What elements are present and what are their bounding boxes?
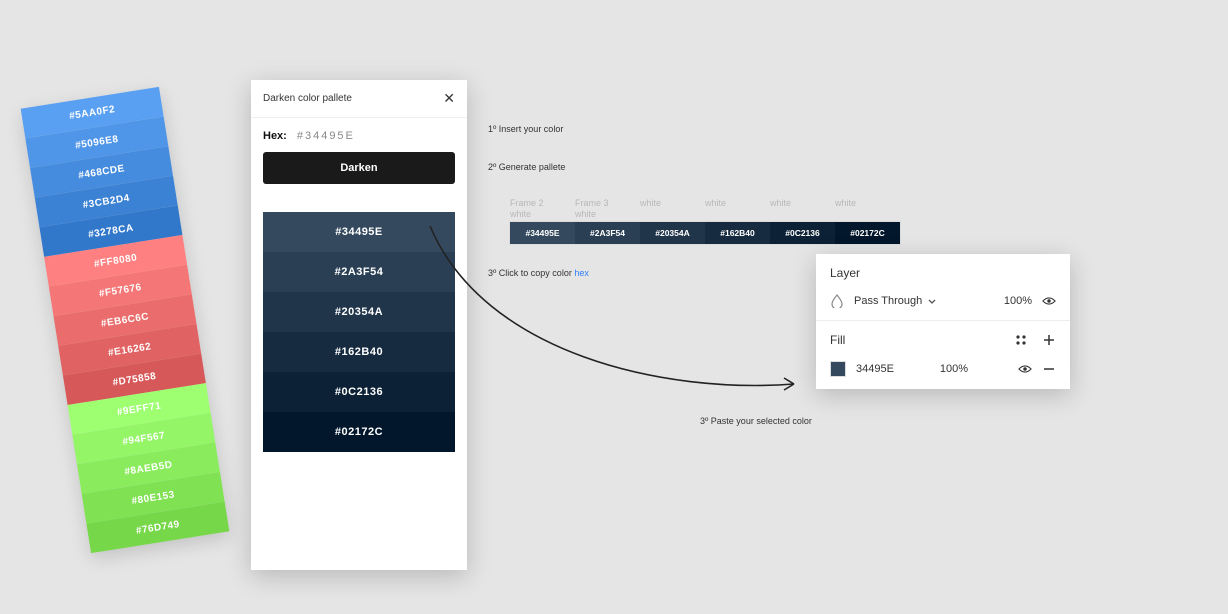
frame-labels: Frame 2whiteFrame 3whitewhitewhitewhitew… <box>510 198 888 220</box>
step-3c-caption: 3º Paste your selected color <box>700 416 812 426</box>
result-row[interactable]: #162B40 <box>263 332 455 372</box>
step-3a-text: 3º Click to copy color <box>488 268 574 278</box>
hex-row: Hex: <box>251 118 467 152</box>
frame-label: Frame 3white <box>575 198 628 220</box>
blend-droplet-icon[interactable] <box>830 294 844 308</box>
remove-fill-icon[interactable] <box>1042 362 1056 376</box>
frame-label: white <box>705 198 758 220</box>
step-3a-caption: 3º Click to copy color hex <box>488 268 589 278</box>
hex-label: Hex: <box>263 130 287 142</box>
frame-label: white <box>770 198 823 220</box>
strip-cell[interactable]: #2A3F54 <box>575 222 640 244</box>
fill-visibility-icon[interactable] <box>1018 362 1032 376</box>
darken-button[interactable]: Darken <box>263 152 455 184</box>
fill-hex-value[interactable]: 34495E <box>856 363 916 375</box>
layer-panel: Layer Pass Through 100% Fill <box>816 254 1070 389</box>
result-row[interactable]: #0C2136 <box>263 372 455 412</box>
panel-header: Darken color pallete ✕ <box>251 80 467 118</box>
layer-section: Layer Pass Through 100% <box>816 254 1070 321</box>
chevron-down-icon <box>928 299 936 304</box>
layer-section-title: Layer <box>830 266 1056 280</box>
result-row[interactable]: #02172C <box>263 412 455 452</box>
blend-mode-label: Pass Through <box>854 295 922 307</box>
hex-input[interactable] <box>297 130 455 142</box>
fill-section: Fill 34495E 100% <box>816 321 1070 389</box>
side-palette: #5AA0F2#5096E8#468CDE#3CB2D4#3278CA#FF80… <box>21 87 230 553</box>
hex-link[interactable]: hex <box>574 268 589 278</box>
strip-cell[interactable]: #0C2136 <box>770 222 835 244</box>
step-2-caption: 2º Generate pallete <box>488 162 565 172</box>
strip-cell[interactable]: #162B40 <box>705 222 770 244</box>
fill-swatch[interactable] <box>830 361 846 377</box>
fill-header: Fill <box>830 333 1056 347</box>
frame-label: Frame 2white <box>510 198 563 220</box>
layer-visibility-icon[interactable] <box>1042 294 1056 308</box>
strip-cell[interactable]: #34495E <box>510 222 575 244</box>
frame-label: white <box>835 198 888 220</box>
panel-title: Darken color pallete <box>263 93 352 104</box>
add-fill-icon[interactable] <box>1042 333 1056 347</box>
result-row[interactable]: #20354A <box>263 292 455 332</box>
blend-mode-select[interactable]: Pass Through <box>854 295 980 307</box>
strip-cell[interactable]: #02172C <box>835 222 900 244</box>
palette-strip: #34495E#2A3F54#20354A#162B40#0C2136#0217… <box>510 222 900 244</box>
close-icon[interactable]: ✕ <box>443 90 455 107</box>
arrow-annotation <box>424 224 806 402</box>
result-list: #34495E#2A3F54#20354A#162B40#0C2136#0217… <box>263 212 455 452</box>
layer-row: Pass Through 100% <box>830 294 1056 308</box>
fill-title: Fill <box>830 333 845 347</box>
fill-row: 34495E 100% <box>830 361 1056 377</box>
step-1-caption: 1º Insert your color <box>488 124 563 134</box>
fill-opacity[interactable]: 100% <box>926 363 968 375</box>
frame-label: white <box>640 198 693 220</box>
result-row[interactable]: #34495E <box>263 212 455 252</box>
darken-panel: Darken color pallete ✕ Hex: Darken #3449… <box>251 80 467 570</box>
layer-opacity[interactable]: 100% <box>990 295 1032 307</box>
result-row[interactable]: #2A3F54 <box>263 252 455 292</box>
fill-style-icon[interactable] <box>1014 333 1028 347</box>
strip-cell[interactable]: #20354A <box>640 222 705 244</box>
